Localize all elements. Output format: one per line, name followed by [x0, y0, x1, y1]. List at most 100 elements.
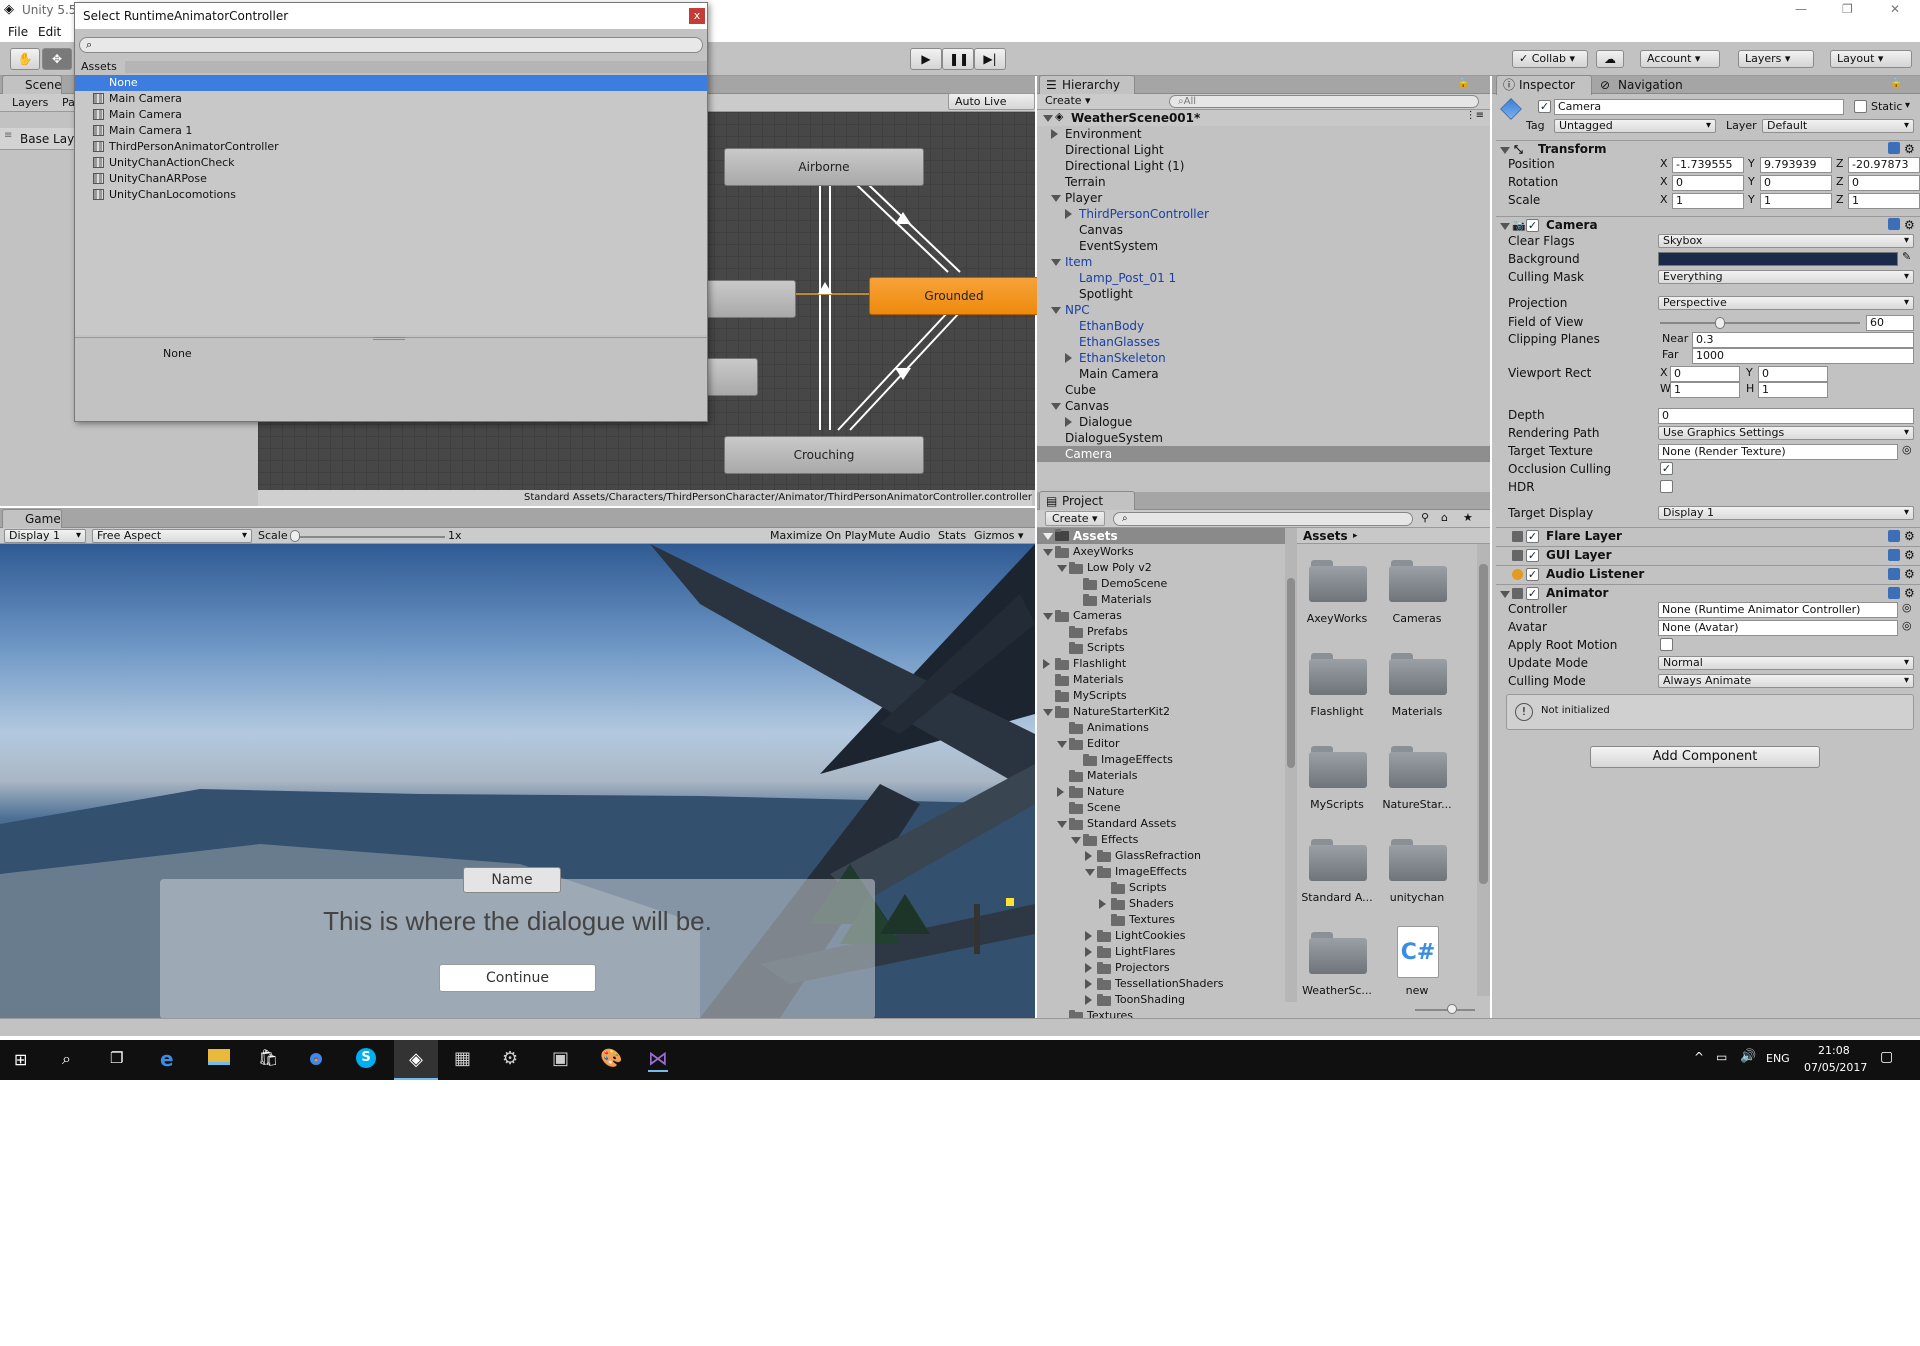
app-icon-2[interactable]: ▣ [552, 1048, 569, 1069]
hierarchy-item[interactable]: EthanBody [1037, 318, 1490, 334]
viewport-w-field[interactable]: 1 [1670, 382, 1740, 398]
target-display-dropdown[interactable]: Display 1 [1658, 506, 1914, 520]
collapse-icon[interactable] [1051, 129, 1058, 139]
folder-asset[interactable]: WeatherSc... [1297, 916, 1377, 996]
dialog-splitter[interactable] [75, 337, 707, 343]
csharp-script-asset[interactable]: C# new [1377, 916, 1457, 996]
move-tool-button[interactable]: ✥ [42, 48, 72, 70]
tab-game[interactable]: Game [2, 509, 62, 529]
scale-slider-thumb[interactable] [290, 530, 300, 542]
tab-scene[interactable]: Scene [2, 75, 62, 95]
hierarchy-item[interactable]: Dialogue [1037, 414, 1490, 430]
hierarchy-item[interactable]: Cube [1037, 382, 1490, 398]
tab-layers[interactable]: Layers [12, 96, 48, 109]
icon-size-thumb[interactable] [1447, 1004, 1457, 1014]
project-tree-item[interactable]: GlassRefraction [1037, 848, 1285, 864]
search-icon[interactable]: ⌕ [62, 1049, 71, 1069]
hierarchy-item[interactable]: Spotlight [1037, 286, 1490, 302]
collapse-icon[interactable] [1065, 353, 1072, 363]
project-tree-item[interactable]: Low Poly v2 [1037, 560, 1285, 576]
collapse-icon[interactable] [1085, 963, 1092, 973]
favorite-icon[interactable]: ★ [1463, 511, 1473, 524]
pause-button[interactable]: ❚❚ [942, 48, 974, 70]
collapse-icon[interactable] [1085, 947, 1092, 957]
menu-edit[interactable]: Edit [38, 25, 61, 39]
scene-header[interactable]: ◈ WeatherScene001* ⋮≡ [1037, 110, 1490, 126]
project-tree-item[interactable]: Effects [1037, 832, 1285, 848]
avatar-field[interactable]: None (Avatar) [1658, 620, 1898, 636]
icon-size-slider[interactable] [1415, 1009, 1475, 1011]
hierarchy-item[interactable]: Camera [1037, 446, 1490, 462]
mute-audio-button[interactable]: Mute Audio [868, 529, 930, 542]
tree-scrollbar[interactable] [1285, 528, 1297, 1002]
scale-x-field[interactable]: 1 [1672, 193, 1744, 209]
hierarchy-create-button[interactable]: Create ▾ [1039, 94, 1097, 109]
paint-icon[interactable]: 🎨 [600, 1048, 622, 1069]
folder-asset[interactable]: MyScripts [1297, 730, 1377, 820]
camera-enabled-checkbox[interactable]: ✓ [1526, 219, 1539, 232]
hierarchy-item[interactable]: Directional Light [1037, 142, 1490, 158]
fov-slider-thumb[interactable] [1715, 317, 1725, 329]
depth-field[interactable]: 0 [1658, 408, 1914, 424]
maximize-on-play-button[interactable]: Maximize On Play [770, 529, 868, 542]
steam-icon[interactable]: ⚙ [502, 1048, 518, 1069]
tab-project[interactable]: ▤ Project [1039, 491, 1135, 511]
expand-icon[interactable] [1057, 565, 1067, 572]
gear-icon[interactable]: ⚙ [1904, 217, 1915, 234]
expand-icon[interactable] [1071, 837, 1081, 844]
expand-icon[interactable] [1057, 821, 1067, 828]
project-tree-item[interactable]: Editor [1037, 736, 1285, 752]
help-icon[interactable] [1888, 549, 1900, 561]
collapse-icon[interactable] [1065, 209, 1072, 219]
dialog-asset-item[interactable]: Main Camera 1 [75, 123, 707, 139]
game-viewport[interactable]: Name This is where the dialogue will be.… [0, 544, 1035, 1018]
gizmos-dropdown[interactable]: Gizmos ▾ [974, 529, 1024, 542]
fov-field[interactable]: 60 [1866, 315, 1914, 331]
continue-button[interactable]: Continue [439, 964, 596, 992]
collapse-icon[interactable] [1085, 979, 1092, 989]
close-window-button[interactable]: ✕ [1890, 2, 1900, 16]
viewport-y-field[interactable]: 0 [1758, 366, 1828, 382]
hierarchy-item[interactable]: Item [1037, 254, 1490, 270]
tab-inspector[interactable]: ⓘ Inspector [1496, 75, 1592, 95]
volume-icon[interactable]: 🔊 [1740, 1049, 1756, 1064]
filter-label-icon[interactable]: ⌂ [1441, 511, 1448, 524]
task-view-icon[interactable]: ❐ [110, 1049, 123, 1067]
hierarchy-item[interactable]: ThirdPersonController [1037, 206, 1490, 222]
project-tree-item[interactable]: LightFlares [1037, 944, 1285, 960]
project-search-input[interactable]: ⌕ [1113, 512, 1413, 526]
notifications-icon[interactable]: ▢ [1880, 1049, 1893, 1065]
maximize-button[interactable]: ❐ [1842, 2, 1853, 16]
project-tree-item[interactable]: Scripts [1037, 640, 1285, 656]
folder-asset[interactable]: Flashlight [1297, 637, 1377, 727]
hierarchy-item[interactable]: Canvas [1037, 222, 1490, 238]
folder-asset[interactable]: Materials [1377, 637, 1457, 727]
far-field[interactable]: 1000 [1692, 348, 1914, 364]
dialog-search-input[interactable]: ⌕ [79, 37, 703, 53]
component-enabled-checkbox[interactable]: ✓ [1526, 568, 1539, 581]
step-button[interactable]: ▶| [974, 48, 1006, 70]
update-mode-dropdown[interactable]: Normal [1658, 656, 1914, 670]
projection-dropdown[interactable]: Perspective [1658, 296, 1914, 310]
collab-dropdown[interactable]: ✓ Collab ▾ [1512, 50, 1588, 68]
collapse-icon[interactable] [1065, 417, 1072, 427]
hierarchy-item[interactable]: Directional Light (1) [1037, 158, 1490, 174]
hierarchy-item[interactable]: Terrain [1037, 174, 1490, 190]
hierarchy-search-input[interactable]: ⌕All [1169, 95, 1479, 108]
gear-icon[interactable]: ⚙ [1904, 547, 1915, 564]
animator-header[interactable]: ✓ Animator ⚙ [1496, 584, 1920, 602]
object-name-field[interactable]: Camera [1554, 99, 1844, 115]
layers-dropdown[interactable]: Layers ▾ [1738, 50, 1814, 68]
help-icon[interactable] [1888, 142, 1900, 154]
tag-dropdown[interactable]: Untagged [1554, 119, 1716, 133]
gui-layer-header[interactable]: ✓ GUI Layer ⚙ [1496, 546, 1920, 564]
network-icon[interactable]: ▭ [1716, 1050, 1727, 1064]
component-enabled-checkbox[interactable]: ✓ [1526, 587, 1539, 600]
avatar-picker-icon[interactable]: ◎ [1902, 619, 1912, 632]
position-y-field[interactable]: 9.793939 [1760, 157, 1832, 173]
component-enabled-checkbox[interactable]: ✓ [1526, 530, 1539, 543]
inspector-lock-icon[interactable]: 🔒 [1890, 78, 1902, 89]
tab-parameters[interactable]: Pa [62, 96, 75, 109]
tree-root-assets[interactable]: Assets [1037, 528, 1285, 544]
project-tree-item[interactable]: Cameras [1037, 608, 1285, 624]
